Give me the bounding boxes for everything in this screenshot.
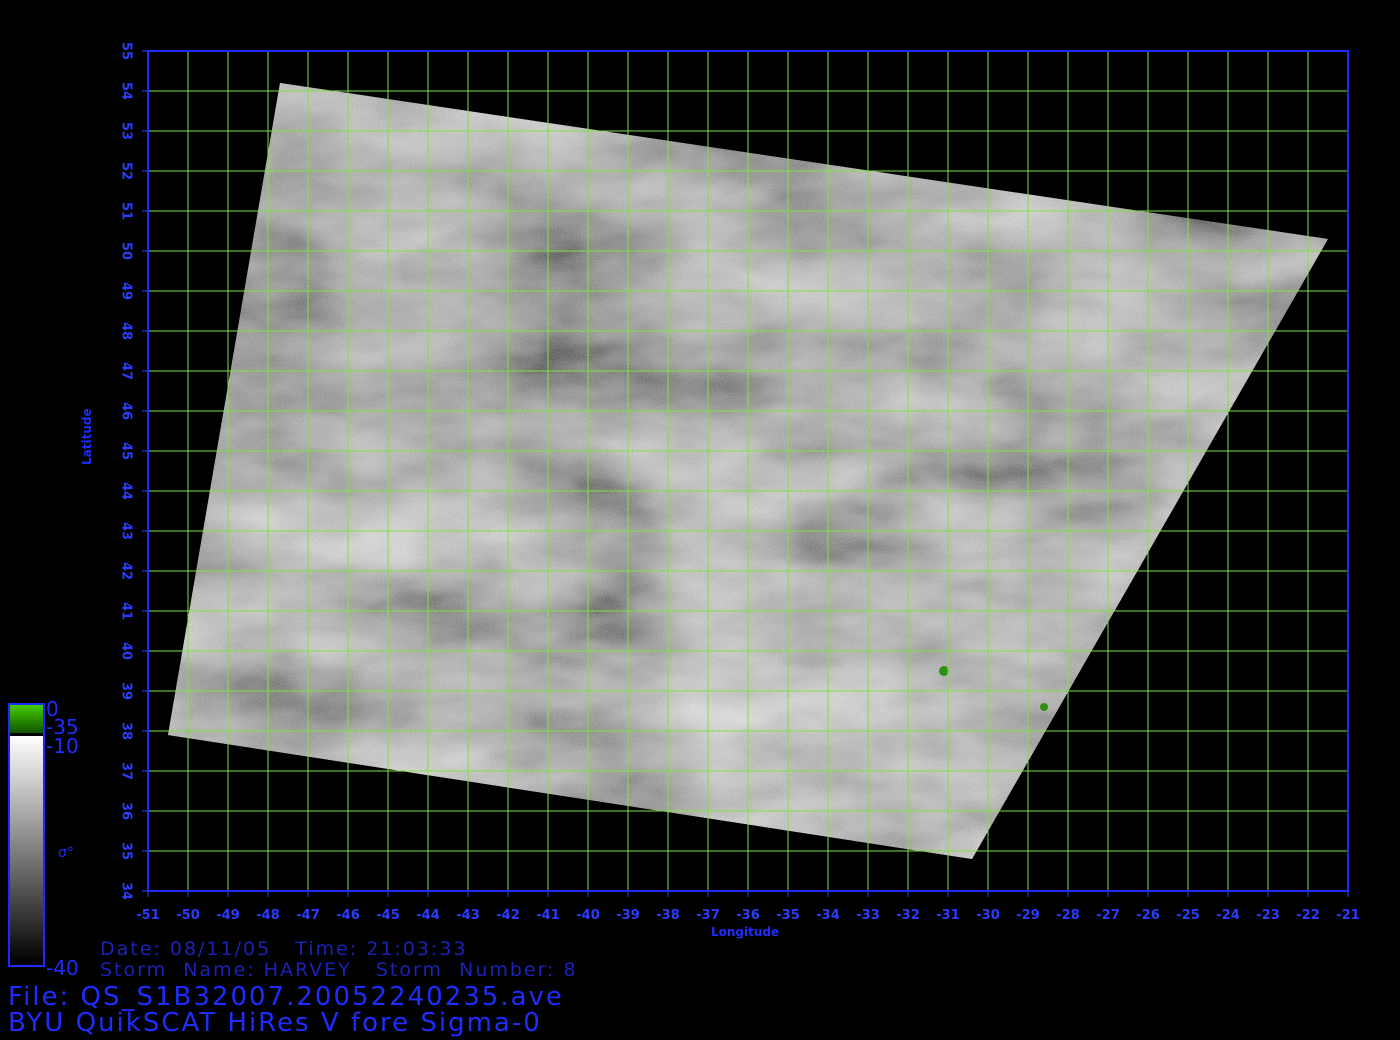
- x-tick-label: -31: [936, 908, 960, 923]
- x-tick-label: -35: [776, 908, 800, 923]
- latitude-tick-labels: 34 35 36 37 38 39 40 41 42 43 44 45 46 47 48 49 50 51 52 53…: [119, 42, 148, 900]
- product-title-line: BYU QuikSCAT HiRes V fore Sigma-0: [8, 1008, 542, 1038]
- x-tick-label: -48: [256, 908, 280, 923]
- y-tick-label: 54: [119, 82, 134, 100]
- x-tick-label: -51: [136, 908, 160, 923]
- y-tick-label: 53: [119, 122, 134, 140]
- y-tick-label: 34: [119, 882, 134, 900]
- y-tick-label: 39: [119, 682, 134, 700]
- y-tick-label: 41: [119, 602, 134, 620]
- radar-swath: [168, 83, 1328, 859]
- x-tick-label: -26: [1136, 908, 1160, 923]
- colorbar-label-m10: -10: [46, 734, 79, 758]
- x-axis-label: Longitude: [711, 925, 780, 939]
- y-tick-label: 49: [119, 282, 134, 300]
- y-tick-label: 55: [119, 42, 134, 60]
- x-tick-label: -34: [816, 908, 840, 923]
- colorbar-sigma-segment: [10, 736, 43, 964]
- y-axis-label: Latitude: [80, 408, 94, 465]
- x-tick-label: -29: [1016, 908, 1040, 923]
- y-tick-label: 48: [119, 322, 134, 340]
- x-tick-label: -40: [576, 908, 600, 923]
- x-tick-label: -24: [1216, 908, 1240, 923]
- y-tick-label: 35: [119, 842, 134, 860]
- x-tick-label: -38: [656, 908, 680, 923]
- x-tick-label: -37: [696, 908, 720, 923]
- x-tick-label: -28: [1056, 908, 1080, 923]
- x-tick-label: -25: [1176, 908, 1200, 923]
- x-tick-label: -45: [376, 908, 400, 923]
- x-tick-label: -44: [416, 908, 440, 923]
- sigma0-map: -51 -50 -49 -48 -47 -46 -45 -44 -43 -42 -41 -40 -39 -…: [8, 42, 1360, 980]
- y-tick-label: 42: [119, 562, 134, 580]
- longitude-tick-labels: -51 -50 -49 -48 -47 -46 -45 -44 -43 -42 -41 -40 -39 -…: [136, 891, 1360, 923]
- x-tick-label: -46: [336, 908, 360, 923]
- x-tick-label: -50: [176, 908, 200, 923]
- x-tick-label: -23: [1256, 908, 1280, 923]
- island-2: [1040, 703, 1048, 711]
- x-tick-label: -49: [216, 908, 240, 923]
- y-tick-label: 44: [119, 482, 134, 500]
- y-tick-label: 38: [119, 722, 134, 740]
- y-tick-label: 45: [119, 442, 134, 460]
- y-tick-label: 40: [119, 642, 134, 660]
- x-tick-label: -22: [1296, 908, 1320, 923]
- y-tick-label: 50: [119, 242, 134, 260]
- colorbar-bottom-label: -40: [46, 956, 79, 980]
- colorbar-land-segment: [10, 705, 43, 733]
- x-tick-label: -27: [1096, 908, 1120, 923]
- y-tick-label: 46: [119, 402, 134, 420]
- x-tick-label: -21: [1336, 908, 1360, 923]
- x-tick-label: -41: [536, 908, 560, 923]
- x-tick-label: -39: [616, 908, 640, 923]
- x-tick-label: -33: [856, 908, 880, 923]
- y-tick-label: 52: [119, 162, 134, 180]
- y-tick-label: 47: [119, 362, 134, 380]
- x-tick-label: -36: [736, 908, 760, 923]
- storm-info-line: Storm Name: HARVEY Storm Number: 8: [100, 959, 578, 981]
- y-tick-label: 51: [119, 202, 134, 220]
- colorbar: 0 -35 -10 σ° -40: [8, 697, 79, 980]
- y-tick-label: 36: [119, 802, 134, 820]
- date-time-line: Date: 08/11/05 Time: 21:03:33: [100, 938, 468, 960]
- x-tick-label: -42: [496, 908, 520, 923]
- colorbar-sigma-label: σ°: [58, 845, 74, 861]
- x-tick-label: -43: [456, 908, 480, 923]
- map-figure: -51 -50 -49 -48 -47 -46 -45 -44 -43 -42 -41 -40 -39 -…: [0, 0, 1400, 1040]
- x-tick-label: -30: [976, 908, 1000, 923]
- x-tick-label: -32: [896, 908, 920, 923]
- y-tick-label: 37: [119, 762, 134, 780]
- x-tick-label: -47: [296, 908, 320, 923]
- y-tick-label: 43: [119, 522, 134, 540]
